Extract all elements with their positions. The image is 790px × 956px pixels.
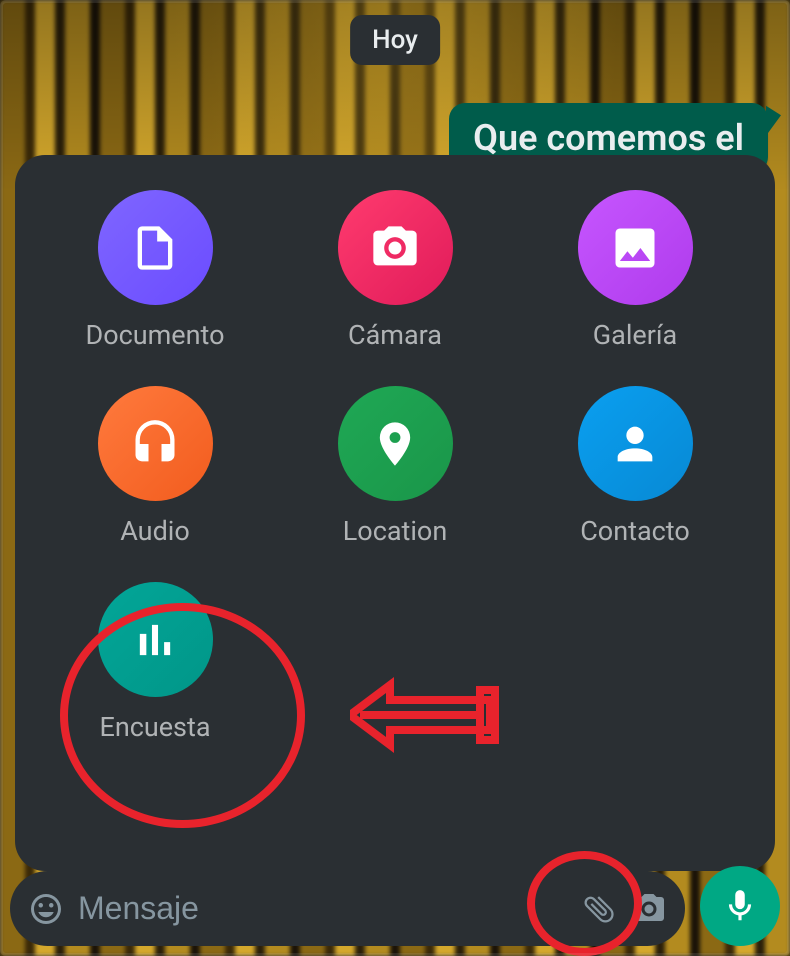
camera-icon: [338, 190, 453, 305]
document-icon: [98, 190, 213, 305]
attachment-contact[interactable]: Contacto: [525, 386, 745, 547]
poll-label: Encuesta: [99, 711, 210, 743]
attachment-location[interactable]: Location: [285, 386, 505, 547]
audio-label: Audio: [120, 515, 190, 547]
date-badge: Hoy: [350, 15, 440, 65]
location-label: Location: [343, 515, 447, 547]
attachment-audio[interactable]: Audio: [45, 386, 265, 547]
message-input-bar: [10, 871, 685, 946]
mic-icon: [721, 887, 759, 925]
document-label: Documento: [85, 319, 224, 351]
location-icon: [338, 386, 453, 501]
message-tail: [766, 100, 781, 135]
attachment-document[interactable]: Documento: [45, 190, 265, 351]
person-icon: [578, 386, 693, 501]
gallery-label: Galería: [593, 319, 677, 351]
camera-label: Cámara: [348, 319, 442, 351]
mic-button[interactable]: [700, 866, 780, 946]
camera-bar-icon[interactable]: [631, 891, 667, 927]
emoji-icon[interactable]: [28, 891, 64, 927]
message-input[interactable]: [78, 890, 567, 927]
headphones-icon: [98, 386, 213, 501]
gallery-icon: [578, 190, 693, 305]
contact-label: Contacto: [580, 515, 690, 547]
attachment-menu: Documento Cámara Galería Audio: [15, 155, 775, 871]
attachment-gallery[interactable]: Galería: [525, 190, 745, 351]
attachment-grid: Documento Cámara Galería Audio: [45, 190, 745, 743]
poll-icon: [98, 582, 213, 697]
attach-icon[interactable]: [574, 883, 625, 934]
attachment-camera[interactable]: Cámara: [285, 190, 505, 351]
attachment-poll[interactable]: Encuesta: [45, 582, 265, 743]
